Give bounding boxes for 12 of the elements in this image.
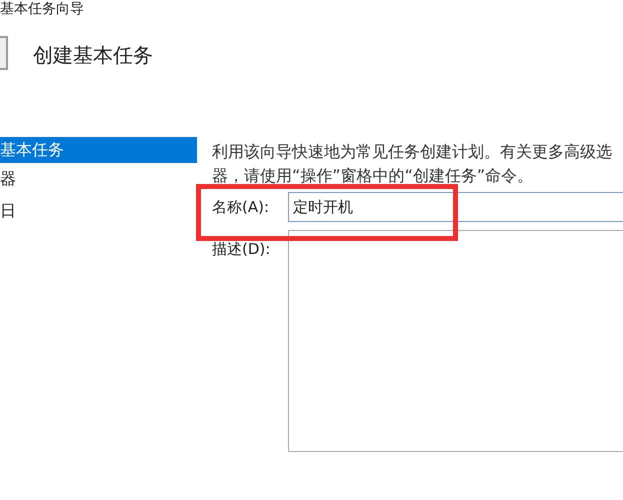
- intro-text: 利用该向导快速地为常见任务创建计划。有关更多高级选: [212, 141, 612, 163]
- name-field[interactable]: 定时开机: [288, 192, 623, 222]
- description-label: 描述(D):: [212, 239, 270, 260]
- wizard-step[interactable]: 日: [0, 195, 197, 227]
- task-icon: [0, 36, 8, 70]
- wizard-step[interactable]: 器: [0, 163, 197, 195]
- wizard-step[interactable]: 基本任务: [0, 137, 197, 163]
- page-heading: 创建基本任务: [33, 42, 153, 68]
- intro-text: 器，请使用“操作”窗格中的“创建任务”命令。: [212, 165, 534, 187]
- description-field[interactable]: [288, 230, 623, 452]
- name-label: 名称(A):: [212, 197, 270, 218]
- window-title: 基本任务向导: [0, 0, 84, 18]
